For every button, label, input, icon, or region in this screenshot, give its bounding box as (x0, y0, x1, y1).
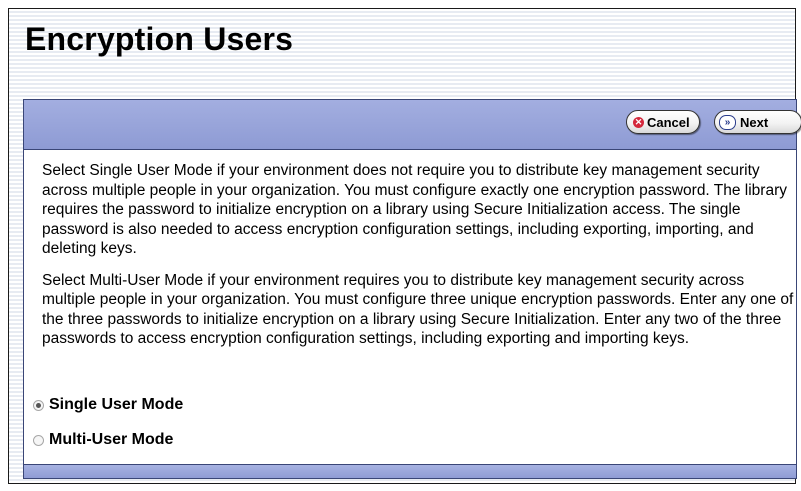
mode-options: Single User Mode Multi-User Mode (33, 394, 183, 464)
description: Select Single User Mode if your environm… (42, 161, 797, 361)
multi-user-mode-option[interactable]: Multi-User Mode (33, 429, 183, 451)
double-chevron-right-icon: » (719, 114, 736, 130)
encryption-users-window: Encryption Users ✕ Cancel » Next Select … (8, 8, 801, 484)
x-circle-icon: ✕ (633, 116, 644, 128)
multi-user-mode-radio[interactable] (33, 434, 44, 446)
next-button-label: Next (740, 114, 769, 130)
cancel-button[interactable]: ✕ Cancel (626, 110, 700, 134)
footer-bar (24, 464, 796, 478)
single-user-mode-option[interactable]: Single User Mode (33, 394, 183, 416)
multi-user-mode-label: Multi-User Mode (49, 431, 174, 448)
next-button[interactable]: » Next (714, 110, 801, 134)
cancel-button-label: Cancel (647, 114, 690, 130)
single-user-description: Select Single User Mode if your environm… (42, 162, 787, 257)
single-user-mode-radio[interactable] (33, 399, 44, 411)
page-title: Encryption Users (25, 21, 294, 57)
multi-user-description: Select Multi-User Mode if your environme… (42, 271, 794, 348)
single-user-mode-label: Single User Mode (49, 396, 184, 413)
toolbar: ✕ Cancel » Next (24, 100, 801, 150)
